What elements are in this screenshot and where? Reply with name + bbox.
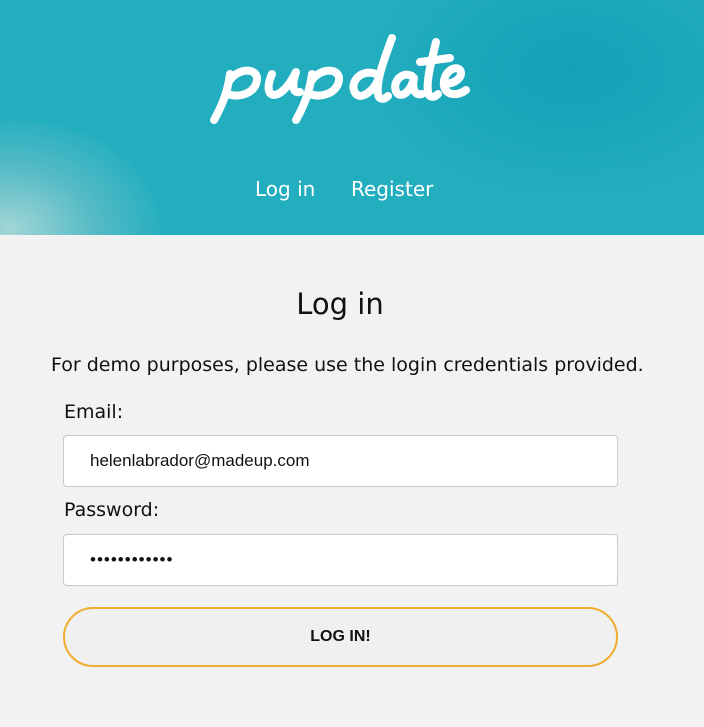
pupdate-logo[interactable] bbox=[200, 28, 480, 138]
header-background-glow bbox=[0, 120, 160, 235]
site-header: Log in Register bbox=[0, 0, 704, 235]
email-field[interactable] bbox=[63, 435, 618, 487]
demo-note: For demo purposes, please use the login … bbox=[51, 354, 644, 376]
login-section: Log in For demo purposes, please use the… bbox=[0, 235, 704, 727]
page-title: Log in bbox=[296, 287, 384, 321]
nav-link-register[interactable]: Register bbox=[351, 177, 433, 201]
password-label: Password: bbox=[64, 499, 160, 521]
email-label: Email: bbox=[64, 401, 124, 423]
nav-link-login[interactable]: Log in bbox=[255, 177, 315, 201]
password-field[interactable] bbox=[63, 534, 618, 586]
login-submit-button[interactable]: LOG IN! bbox=[63, 607, 618, 667]
